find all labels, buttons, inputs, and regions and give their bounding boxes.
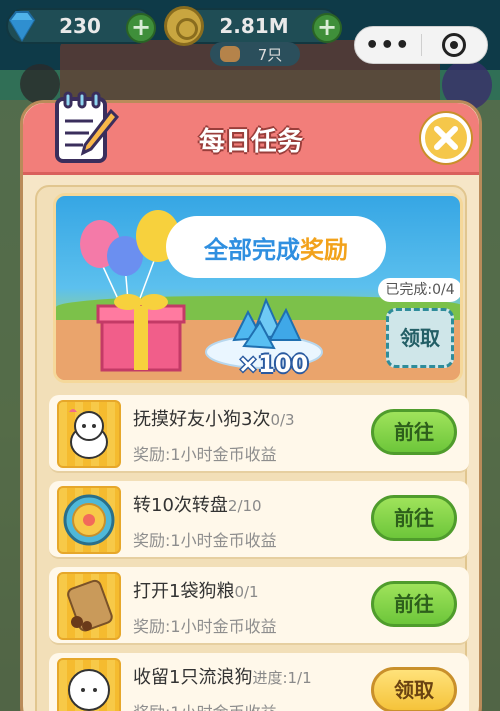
daily-tasks-dialog: 每日任务 全部完成奖励 已完成:0/4 ×100 领取 抚摸好友小狗3次0/3 …: [20, 91, 482, 711]
task-title-text: 转10次转盘: [133, 495, 228, 516]
task-reward: 奖励:1小时金币收益: [133, 617, 277, 636]
task-reward: 奖励:1小时金币收益: [133, 531, 277, 550]
close-miniprogram-button[interactable]: [422, 33, 488, 57]
add-coins-button[interactable]: +: [312, 13, 342, 43]
notepad-icon: [55, 91, 120, 163]
task-reward: 奖励:1小时金币收益: [133, 699, 277, 711]
task-go-button[interactable]: 前往: [371, 495, 457, 541]
task-go-button[interactable]: 前往: [371, 409, 457, 455]
task-row: 打开1袋狗粮0/1 奖励:1小时金币收益 前往: [49, 567, 469, 645]
banner-title: 全部完成奖励: [166, 230, 386, 265]
task-title: 打开1袋狗粮0/1: [133, 577, 259, 603]
completed-count: 已完成:0/4: [378, 278, 460, 302]
task-go-button[interactable]: 前往: [371, 581, 457, 627]
dog-icon: [57, 400, 121, 468]
task-title: 抚摸好友小狗3次0/3: [133, 405, 295, 431]
task-progress: 0/3: [270, 411, 295, 429]
status-bar: 230 + 2.81M + 7只 •••: [0, 0, 500, 70]
task-reward: 奖励:1小时金币收益: [133, 445, 277, 464]
add-gems-button[interactable]: +: [126, 13, 156, 43]
task-claim-button[interactable]: 领取: [371, 667, 457, 711]
pet-counter: 7只: [210, 42, 300, 66]
close-icon: [434, 126, 458, 150]
reward-amount: ×100: [238, 350, 309, 378]
close-dialog-button[interactable]: [421, 113, 471, 163]
gem-icon: [8, 11, 36, 42]
poodle-icon: [57, 658, 121, 711]
task-row: 收留1只流浪狗进度:1/1 奖励:1小时金币收益 领取: [49, 653, 469, 711]
task-row: 抚摸好友小狗3次0/3 奖励:1小时金币收益 前往: [49, 395, 469, 473]
gem-counter: 230 +: [6, 8, 156, 44]
banner-title-part1: 全部完成: [204, 236, 300, 264]
record-icon: [442, 33, 467, 57]
coin-icon: [164, 6, 204, 46]
gift-icon: [96, 294, 186, 372]
banner-title-part2: 奖励: [300, 236, 348, 264]
wheel-icon: [57, 486, 121, 554]
task-title: 收留1只流浪狗进度:1/1: [133, 663, 312, 689]
dialog-body: 全部完成奖励 已完成:0/4 ×100 领取 抚摸好友小狗3次0/3 奖励:1小…: [35, 185, 469, 711]
paw-icon: [220, 46, 240, 62]
task-title-text: 抚摸好友小狗3次: [133, 409, 271, 430]
claim-all-reward-button[interactable]: 领取: [386, 308, 454, 368]
task-progress: 0/1: [234, 583, 259, 601]
all-complete-reward-banner: 全部完成奖励 已完成:0/4 ×100 领取: [53, 193, 463, 383]
pet-count: 7只: [257, 45, 283, 64]
dogfood-icon: [57, 572, 121, 640]
task-row: 转10次转盘2/10 奖励:1小时金币收益 前往: [49, 481, 469, 559]
more-icon[interactable]: •••: [355, 33, 421, 58]
task-title-text: 收留1只流浪狗: [133, 667, 253, 688]
task-title-text: 打开1袋狗粮: [133, 581, 235, 602]
task-progress: 进度:1/1: [252, 669, 312, 687]
task-title: 转10次转盘2/10: [133, 491, 262, 517]
task-progress: 2/10: [227, 497, 262, 515]
miniprogram-capsule: •••: [354, 26, 488, 64]
coin-counter: 2.81M +: [164, 6, 342, 46]
